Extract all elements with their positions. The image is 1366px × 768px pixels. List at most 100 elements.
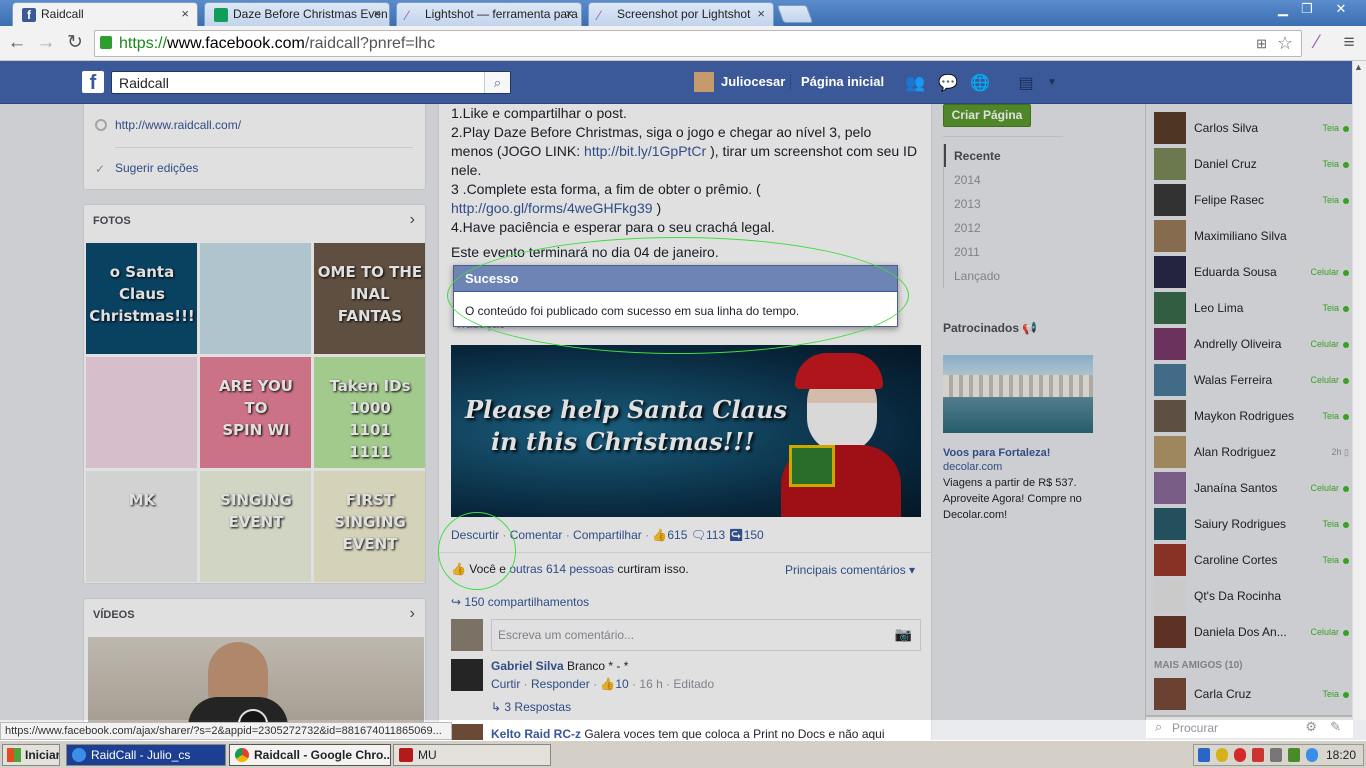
chat-friend[interactable]: Eduarda Sousa Celular [1154, 256, 1349, 288]
reload-icon[interactable]: ↻ [64, 32, 86, 54]
chat-friend[interactable]: Alan Rodriguez 2h ▯ [1154, 436, 1349, 468]
tab-raidcall[interactable]: f Raidcall × [12, 2, 198, 26]
page-scrollbar[interactable] [1352, 61, 1366, 720]
create-page-button[interactable]: Criar Página [943, 104, 1031, 127]
suggest-edits-link[interactable]: Sugerir edições [115, 161, 198, 175]
close-icon[interactable]: × [373, 6, 381, 21]
comment-reply-link[interactable]: Responder [531, 677, 590, 691]
facebook-logo[interactable]: f [82, 71, 104, 94]
comment-edited[interactable]: Editado [673, 677, 714, 691]
taskbar-item-mu[interactable]: MU [393, 744, 551, 766]
comment-likes[interactable]: 10 [615, 677, 628, 691]
home-link[interactable]: Página inicial [801, 74, 884, 89]
menu-icon[interactable]: ≡ [1338, 32, 1360, 54]
network-icon[interactable] [1288, 748, 1300, 762]
comment-author[interactable]: Gabriel Silva [491, 659, 564, 673]
chat-friend[interactable]: Felipe Rasec Teia [1154, 184, 1349, 216]
chevron-right-icon[interactable]: › [410, 605, 415, 623]
back-arrow-icon[interactable]: ← [6, 32, 28, 54]
address-bar[interactable]: https://www.facebook.com/raidcall?pnref=… [94, 30, 1302, 57]
start-button[interactable]: Iniciar [2, 744, 60, 766]
chat-friend[interactable]: Carla Cruz Teia [1154, 678, 1349, 710]
photos-title[interactable]: FOTOS [93, 215, 131, 227]
privacy-icon[interactable]: ▤ [1016, 73, 1036, 92]
game-link[interactable]: http://bit.ly/1GpPtCr [584, 143, 706, 159]
maximize-icon[interactable]: ❐ [1296, 0, 1318, 18]
replies-link[interactable]: ↳ 3 Respostas [491, 700, 571, 714]
comments-count[interactable]: 113 [706, 528, 725, 542]
tab-daze-event[interactable]: Daze Before Christmas Even × [204, 2, 390, 26]
timeline-item[interactable]: Recente [954, 149, 1001, 163]
timeline-item[interactable]: 2013 [954, 197, 981, 211]
gear-icon[interactable]: ⚙ [1305, 719, 1317, 735]
shares-count[interactable]: 150 [744, 528, 764, 542]
timeline-item[interactable]: 2011 [954, 245, 980, 259]
likes-count[interactable]: 615 [667, 528, 687, 542]
tray-icon[interactable] [1306, 748, 1318, 762]
lightshot-extension-icon[interactable]: ⁄ [1306, 32, 1328, 54]
chat-friend[interactable]: Janaína Santos Celular [1154, 472, 1349, 504]
friend-requests-icon[interactable]: 👥 [905, 73, 925, 92]
facebook-search[interactable]: Raidcall ⌕ [111, 71, 511, 94]
compose-icon[interactable]: ✎ [1330, 719, 1341, 735]
post-banner-image[interactable]: Please help Santa Claus in this Christma… [451, 345, 921, 517]
avatar[interactable] [451, 659, 483, 691]
camera-icon[interactable]: 📷 [895, 626, 912, 643]
liked-people-link[interactable]: outras 614 pessoas [509, 562, 614, 576]
tray-icon[interactable] [1198, 748, 1210, 762]
search-icon[interactable]: ⌕ [484, 72, 510, 93]
shield-icon[interactable] [1216, 748, 1228, 762]
close-icon[interactable]: × [757, 6, 765, 21]
close-icon[interactable]: × [565, 6, 573, 21]
search-input[interactable]: Raidcall [119, 75, 169, 91]
photo-thumbnail[interactable] [86, 357, 197, 468]
tray-icon[interactable] [1234, 748, 1246, 762]
globe-icon[interactable]: 🌐 [970, 73, 990, 92]
chat-friend[interactable]: Saiury Rodrigues Teia [1154, 508, 1349, 540]
chat-friend[interactable]: Andrelly Oliveira Celular [1154, 328, 1349, 360]
close-icon[interactable]: × [181, 6, 189, 21]
ad-image[interactable] [943, 355, 1093, 433]
ad-title-link[interactable]: Voos para Fortaleza! [943, 447, 1050, 459]
tab-lightshot[interactable]: ⁄ Lightshot — ferramenta para × [396, 2, 582, 26]
top-comments-dropdown[interactable]: Principais comentários ▾ [785, 563, 915, 577]
photo-thumbnail[interactable]: o Santa Claus Christmas!!! [86, 243, 197, 354]
photo-thumbnail[interactable]: OME TO THE INAL FANTAS [314, 243, 425, 354]
videos-title[interactable]: VÍDEOS [93, 609, 135, 621]
timeline-item[interactable]: 2012 [954, 221, 981, 235]
form-link[interactable]: http://goo.gl/forms/4weGHFkg39 [451, 200, 653, 216]
photo-thumbnail[interactable] [200, 243, 311, 354]
photo-thumbnail[interactable]: MK [86, 471, 197, 582]
star-icon[interactable]: ☆ [1277, 33, 1293, 54]
avatar[interactable] [451, 724, 483, 740]
speaker-icon[interactable] [1270, 748, 1282, 762]
photo-thumbnail[interactable]: FIRST SINGING EVENT [314, 471, 425, 582]
timeline-item[interactable]: 2014 [954, 173, 981, 187]
chevron-down-icon[interactable]: ▼ [1042, 77, 1062, 95]
scroll-up-icon[interactable]: ▲ [1354, 62, 1364, 72]
comment-link[interactable]: Comentar [510, 528, 563, 542]
photo-thumbnail[interactable]: Taken IDs 1000 1101 1111 [314, 357, 425, 468]
translate-icon[interactable]: ⊞ [1256, 36, 1267, 52]
video-thumbnail[interactable] [88, 637, 424, 727]
shares-text[interactable]: 150 compartilhamentos [464, 595, 589, 609]
new-tab-button[interactable] [776, 5, 814, 23]
tab-screenshot[interactable]: ⁄ Screenshot por Lightshot × [588, 2, 774, 26]
chat-friend[interactable]: Daniel Cruz Teia [1154, 148, 1349, 180]
comment-author[interactable]: Kelto Raid RC-z [491, 727, 581, 741]
messages-icon[interactable]: 💬 [938, 73, 958, 92]
chat-friend[interactable]: Maykon Rodrigues Teia [1154, 400, 1349, 432]
chat-search[interactable]: ⌕ Procurar ⚙ ✎ [1146, 716, 1353, 738]
chat-friend[interactable]: Carlos Silva Teia [1154, 112, 1349, 144]
chevron-right-icon[interactable]: › [410, 211, 415, 229]
chat-friend[interactable]: Leo Lima Teia [1154, 292, 1349, 324]
tray-icon[interactable] [1252, 748, 1264, 762]
comment-like-link[interactable]: Curtir [491, 677, 520, 691]
window-close-icon[interactable]: ✕ [1326, 0, 1356, 18]
minimize-icon[interactable]: ▁ [1270, 0, 1296, 18]
comment-time[interactable]: 16 h [639, 677, 662, 691]
photo-thumbnail[interactable]: SINGING EVENT [200, 471, 311, 582]
taskbar-item-chrome[interactable]: Raidcall - Google Chro... [229, 744, 391, 766]
avatar[interactable] [694, 72, 714, 92]
forward-arrow-icon[interactable]: → [35, 32, 57, 54]
